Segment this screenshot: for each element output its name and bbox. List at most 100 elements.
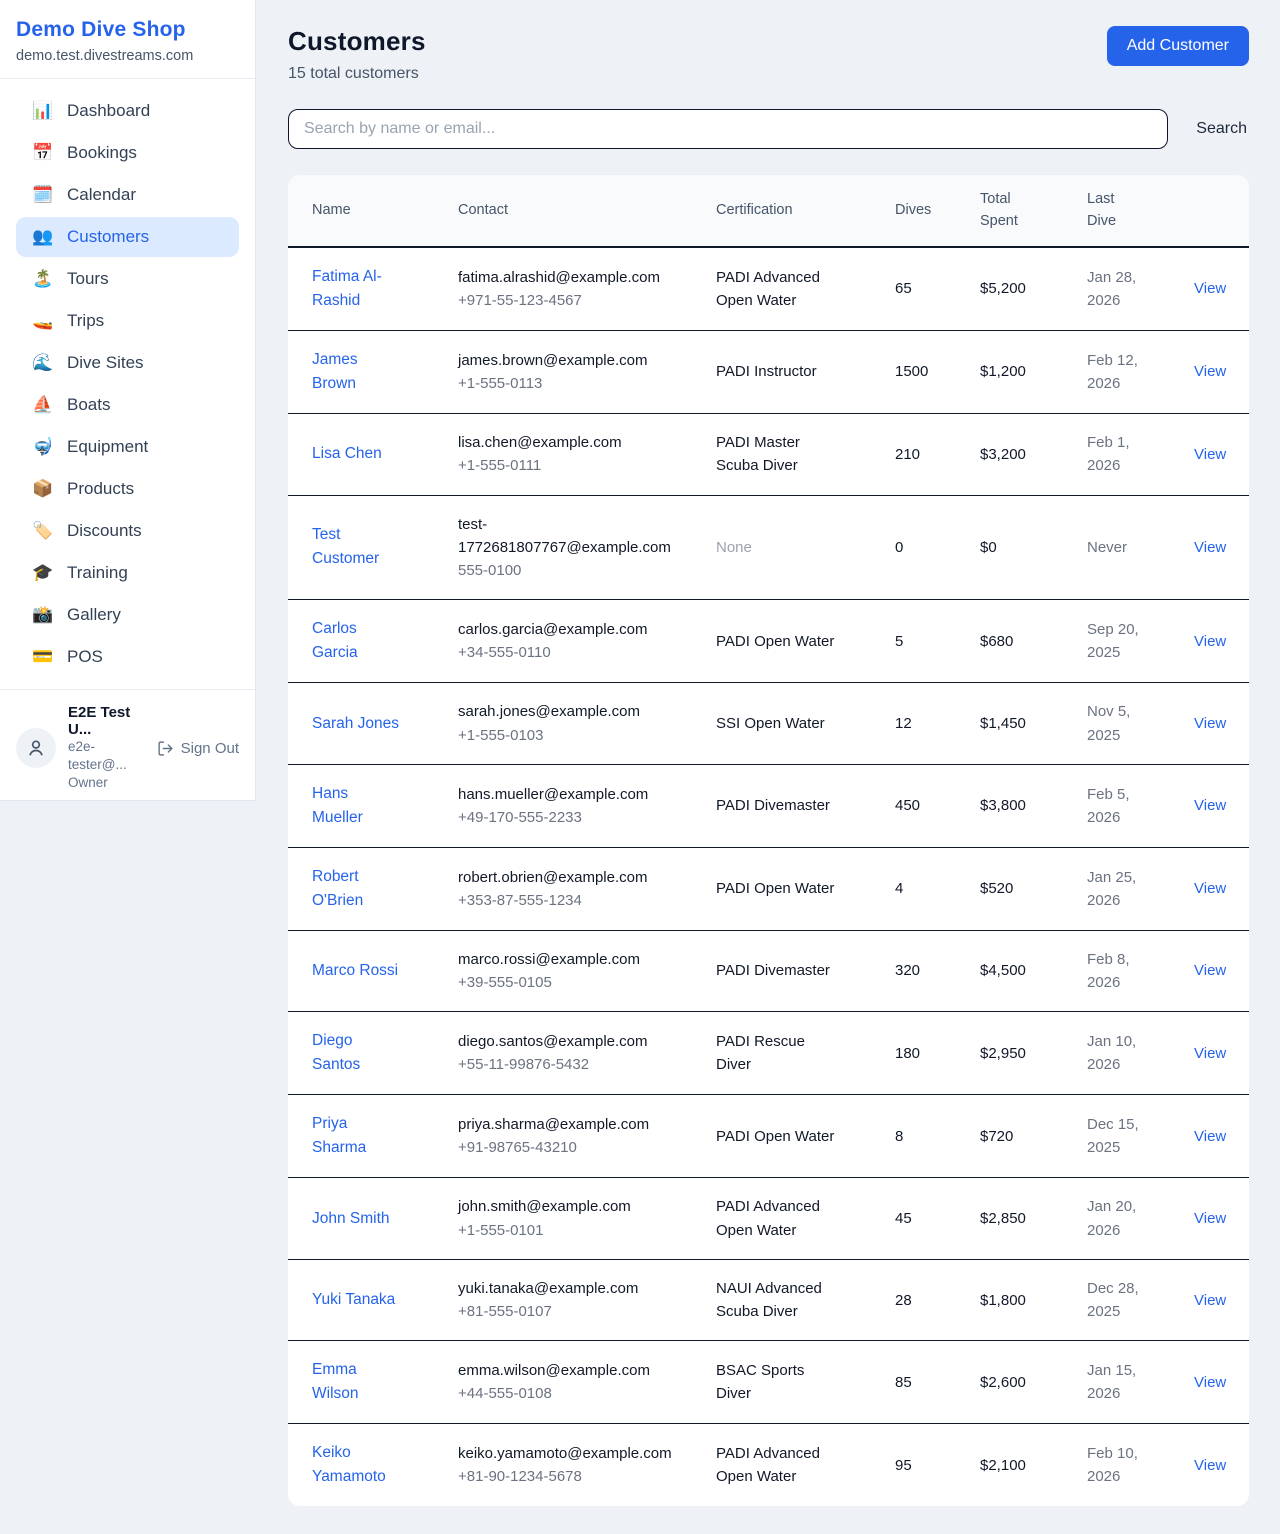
customer-email: carlos.garcia@example.com	[458, 618, 692, 641]
table-row: James Brown james.brown@example.com +1-5…	[288, 330, 1249, 413]
customer-name-link[interactable]: John Smith	[312, 1210, 390, 1227]
customer-dives: 5	[883, 600, 968, 683]
table-row: Emma Wilson emma.wilson@example.com +44-…	[288, 1341, 1249, 1424]
view-customer-link[interactable]: View	[1194, 1374, 1226, 1391]
customer-email: james.brown@example.com	[458, 349, 692, 372]
view-customer-link[interactable]: View	[1194, 1457, 1226, 1474]
search-button[interactable]: Search	[1194, 116, 1249, 142]
sidebar-item-bookings[interactable]: 📅 Bookings	[16, 133, 239, 173]
customer-certification: PADI Open Water	[704, 1095, 883, 1178]
view-customer-link[interactable]: View	[1194, 1292, 1226, 1309]
shop-name: Demo Dive Shop	[16, 18, 239, 42]
customer-dives: 320	[883, 930, 968, 1012]
customer-email: emma.wilson@example.com	[458, 1359, 692, 1382]
customer-name-link[interactable]: Diego Santos	[312, 1032, 360, 1073]
customer-last-dive: Feb 8, 2026	[1075, 930, 1182, 1012]
customer-certification: PADI Advanced Open Water	[704, 1178, 883, 1260]
main-content: Customers 15 total customers Add Custome…	[256, 0, 1280, 1534]
bookings-icon: 📅	[32, 143, 54, 163]
nav-item-label: Discounts	[67, 521, 142, 541]
view-customer-link[interactable]: View	[1194, 280, 1226, 297]
view-customer-link[interactable]: View	[1194, 1128, 1226, 1145]
customer-phone: +91-98765-43210	[458, 1136, 692, 1159]
customer-name-link[interactable]: Fatima Al- Rashid	[312, 268, 382, 309]
search-input[interactable]	[288, 109, 1168, 149]
add-customer-button[interactable]: Add Customer	[1107, 26, 1249, 66]
sidebar-item-dashboard[interactable]: 📊 Dashboard	[16, 91, 239, 131]
customer-name-link[interactable]: Yuki Tanaka	[312, 1291, 395, 1308]
customer-dives: 0	[883, 495, 968, 600]
customer-email: yuki.tanaka@example.com	[458, 1277, 692, 1300]
customer-total-spent: $680	[968, 600, 1075, 683]
sidebar-item-calendar[interactable]: 🗓️ Calendar	[16, 175, 239, 215]
customer-name-link[interactable]: Emma Wilson	[312, 1361, 359, 1402]
nav-item-label: Customers	[67, 227, 149, 247]
customer-last-dive: Dec 28, 2025	[1075, 1259, 1182, 1341]
sidebar-item-dive-sites[interactable]: 🌊 Dive Sites	[16, 343, 239, 383]
customer-last-dive: Jan 25, 2026	[1075, 847, 1182, 930]
customer-total-spent: $520	[968, 847, 1075, 930]
col-header-name: Name	[288, 175, 446, 247]
sidebar-item-pos[interactable]: 💳 POS	[16, 637, 239, 677]
customer-last-dive: Feb 12, 2026	[1075, 330, 1182, 413]
customer-name-link[interactable]: Sarah Jones	[312, 715, 399, 732]
view-customer-link[interactable]: View	[1194, 1045, 1226, 1062]
customer-name-link[interactable]: Carlos Garcia	[312, 620, 358, 661]
customer-last-dive: Jan 20, 2026	[1075, 1178, 1182, 1260]
sidebar-item-discounts[interactable]: 🏷️ Discounts	[16, 511, 239, 551]
sidebar-item-products[interactable]: 📦 Products	[16, 469, 239, 509]
sidebar-item-gallery[interactable]: 📸 Gallery	[16, 595, 239, 635]
sign-out-button[interactable]: Sign Out	[157, 740, 239, 757]
calendar-icon: 🗓️	[32, 185, 54, 205]
table-row: Diego Santos diego.santos@example.com +5…	[288, 1012, 1249, 1095]
nav-item-label: Gallery	[67, 605, 121, 625]
customer-last-dive: Feb 1, 2026	[1075, 414, 1182, 496]
view-customer-link[interactable]: View	[1194, 715, 1226, 732]
dive-sites-icon: 🌊	[32, 353, 54, 373]
customer-certification: SSI Open Water	[704, 683, 883, 765]
view-customer-link[interactable]: View	[1194, 539, 1226, 556]
customer-certification: PADI Open Water	[704, 847, 883, 930]
sidebar-item-training[interactable]: 🎓 Training	[16, 553, 239, 593]
customer-name-link[interactable]: Test Customer	[312, 526, 379, 567]
training-icon: 🎓	[32, 563, 54, 583]
customer-name-link[interactable]: James Brown	[312, 351, 358, 392]
customer-total-spent: $1,450	[968, 683, 1075, 765]
nav-item-label: Boats	[67, 395, 110, 415]
customer-phone: +1-555-0103	[458, 724, 692, 747]
col-header-certification: Certification	[704, 175, 883, 247]
sidebar-item-equipment[interactable]: 🤿 Equipment	[16, 427, 239, 467]
table-header: Name Contact Certification Dives Total S…	[288, 175, 1249, 247]
customer-name-link[interactable]: Priya Sharma	[312, 1115, 366, 1156]
sidebar-item-trips[interactable]: 🚤 Trips	[16, 301, 239, 341]
customer-certification: PADI Divemaster	[704, 764, 883, 847]
view-customer-link[interactable]: View	[1194, 633, 1226, 650]
sidebar-item-boats[interactable]: ⛵ Boats	[16, 385, 239, 425]
user-icon	[26, 738, 46, 758]
customer-phone: +81-90-1234-5678	[458, 1465, 692, 1488]
customer-name-link[interactable]: Hans Mueller	[312, 785, 363, 826]
customer-certification: PADI Advanced Open Water	[704, 247, 883, 331]
view-customer-link[interactable]: View	[1194, 363, 1226, 380]
customer-last-dive: Nov 5, 2025	[1075, 683, 1182, 765]
nav-item-label: Equipment	[67, 437, 148, 457]
view-customer-link[interactable]: View	[1194, 446, 1226, 463]
discounts-icon: 🏷️	[32, 521, 54, 541]
customer-certification: PADI Master Scuba Diver	[704, 414, 883, 496]
customer-phone: +1-555-0113	[458, 372, 692, 395]
table-row: Robert O'Brien robert.obrien@example.com…	[288, 847, 1249, 930]
customer-name-link[interactable]: Robert O'Brien	[312, 868, 363, 909]
customer-name-link[interactable]: Keiko Yamamoto	[312, 1444, 386, 1485]
nav-item-label: Bookings	[67, 143, 137, 163]
view-customer-link[interactable]: View	[1194, 880, 1226, 897]
customer-last-dive: Jan 10, 2026	[1075, 1012, 1182, 1095]
sidebar-item-tours[interactable]: 🏝️ Tours	[16, 259, 239, 299]
view-customer-link[interactable]: View	[1194, 797, 1226, 814]
customer-name-link[interactable]: Marco Rossi	[312, 962, 398, 979]
view-customer-link[interactable]: View	[1194, 1210, 1226, 1227]
customer-last-dive: Never	[1075, 495, 1182, 600]
sidebar-item-customers[interactable]: 👥 Customers	[16, 217, 239, 257]
sign-out-label: Sign Out	[181, 740, 239, 757]
customer-name-link[interactable]: Lisa Chen	[312, 445, 382, 462]
view-customer-link[interactable]: View	[1194, 962, 1226, 979]
